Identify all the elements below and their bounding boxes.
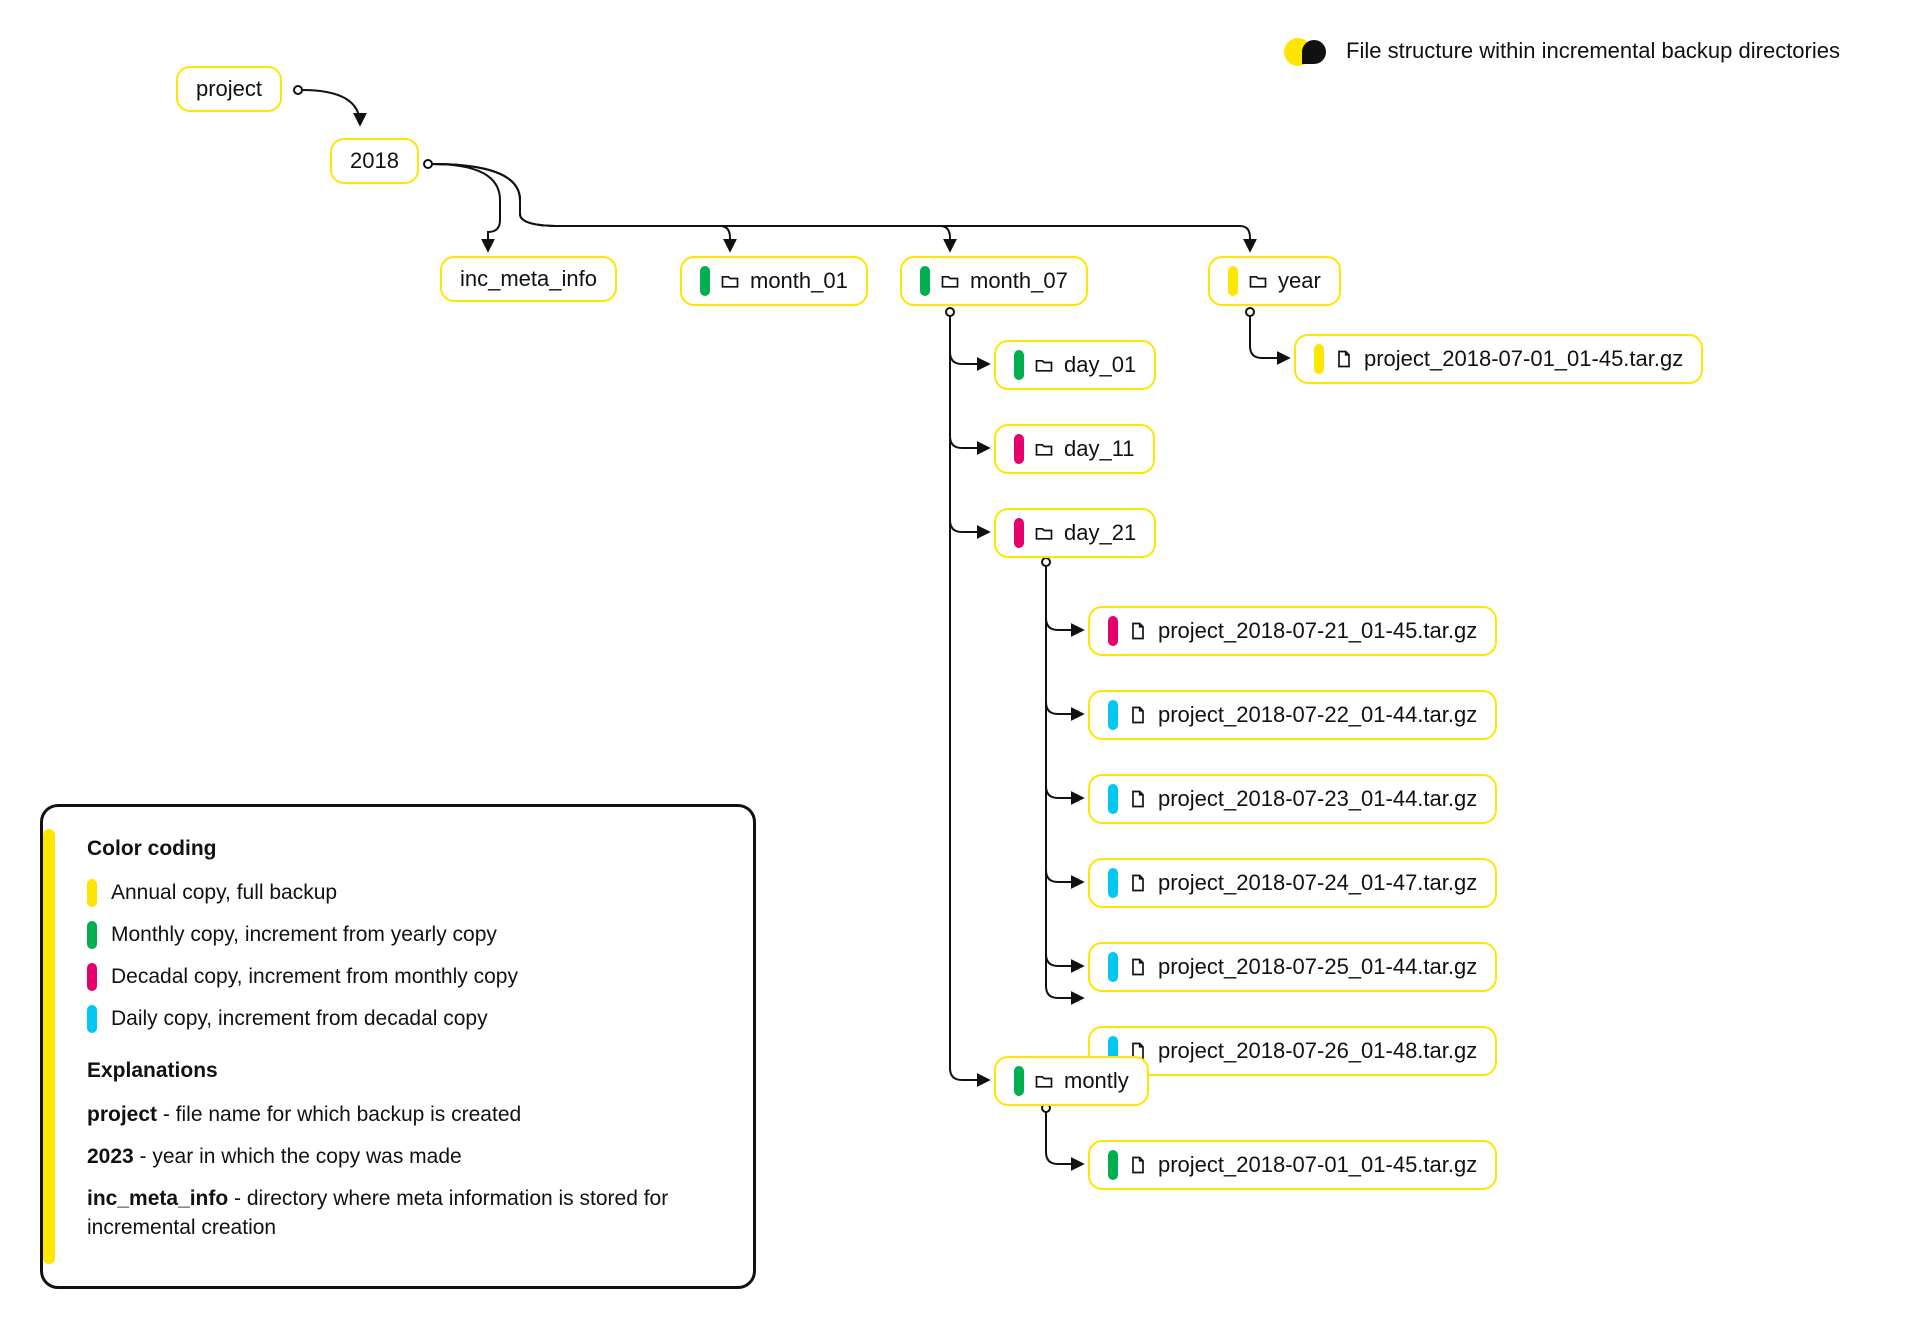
node-day-11: day_11 [994,424,1155,474]
folder-icon [1248,271,1268,291]
tag-green [700,266,710,296]
legend-text: Annual copy, full backup [111,881,337,905]
tag-yellow [1228,266,1238,296]
tag-pink [87,963,97,991]
tag-green [1108,1150,1118,1180]
tag-cyan [87,1005,97,1033]
node-day-01: day_01 [994,340,1156,390]
node-day-21: day_21 [994,508,1156,558]
folder-icon [1034,1071,1054,1091]
label: project [196,76,262,102]
label: project_2018-07-01_01-45.tar.gz [1364,346,1683,372]
legend-color-heading: Color coding [87,837,719,861]
node-month-01: month_01 [680,256,868,306]
legend-text: Monthly copy, increment from yearly copy [111,923,497,947]
label: day_11 [1064,436,1135,462]
node-project: project [176,66,282,112]
label: month_01 [750,268,848,294]
conn-dot [293,85,303,95]
folder-icon [940,271,960,291]
logo-icon [1284,36,1328,66]
label: project_2018-07-26_01-48.tar.gz [1158,1038,1477,1064]
tag-pink [1014,434,1024,464]
node-inc-meta: inc_meta_info [440,256,617,302]
node-file: project_2018-07-23_01-44.tar.gz [1088,774,1497,824]
page-title: File structure within incremental backup… [1284,36,1840,66]
label: inc_meta_info [460,266,597,292]
label: project_2018-07-01_01-45.tar.gz [1158,1152,1477,1178]
legend-item: Daily copy, increment from decadal copy [87,1005,719,1033]
conn-dot [423,159,433,169]
file-icon [1128,1155,1148,1175]
legend-expl: inc_meta_info - directory where meta inf… [87,1185,719,1242]
file-icon [1128,705,1148,725]
tag-green [87,921,97,949]
folder-icon [1034,355,1054,375]
label: year [1278,268,1321,294]
file-icon [1128,789,1148,809]
node-monthly-file: project_2018-07-01_01-45.tar.gz [1088,1140,1497,1190]
legend-expl: 2023 - year in which the copy was made [87,1143,719,1171]
legend-box: Color coding Annual copy, full backup Mo… [40,804,756,1289]
legend-item: Monthly copy, increment from yearly copy [87,921,719,949]
file-icon [1128,621,1148,641]
legend-text: Daily copy, increment from decadal copy [111,1007,488,1031]
conn-dot [1041,557,1051,567]
tag-cyan [1108,700,1118,730]
legend-item: Decadal copy, increment from monthly cop… [87,963,719,991]
node-file: project_2018-07-26_01-48.tar.gz [1088,1026,1497,1076]
folder-icon [1034,439,1054,459]
tag-yellow [1314,344,1324,374]
legend-expl-heading: Explanations [87,1059,719,1083]
file-icon [1128,873,1148,893]
node-monthly: montly [994,1056,1149,1106]
label: project_2018-07-23_01-44.tar.gz [1158,786,1477,812]
label: day_01 [1064,352,1136,378]
file-icon [1334,349,1354,369]
conn-dot [945,307,955,317]
node-year-dir: year [1208,256,1341,306]
tag-cyan [1108,784,1118,814]
tag-cyan [1108,952,1118,982]
node-file: project_2018-07-25_01-44.tar.gz [1088,942,1497,992]
folder-icon [720,271,740,291]
node-year-file: project_2018-07-01_01-45.tar.gz [1294,334,1703,384]
tag-green [1014,350,1024,380]
legend-strip [43,829,55,1264]
label: project_2018-07-25_01-44.tar.gz [1158,954,1477,980]
label: project_2018-07-24_01-47.tar.gz [1158,870,1477,896]
tag-pink [1108,616,1118,646]
tag-cyan [1108,868,1118,898]
tag-pink [1014,518,1024,548]
folder-icon [1034,523,1054,543]
node-year: 2018 [330,138,419,184]
label: 2018 [350,148,399,174]
label: project_2018-07-21_01-45.tar.gz [1158,618,1477,644]
node-file: project_2018-07-24_01-47.tar.gz [1088,858,1497,908]
tag-yellow [87,879,97,907]
legend-item: Annual copy, full backup [87,879,719,907]
tag-green [920,266,930,296]
label: day_21 [1064,520,1136,546]
tag-green [1014,1066,1024,1096]
node-month-07: month_07 [900,256,1088,306]
header-text: File structure within incremental backup… [1346,38,1840,64]
label: month_07 [970,268,1068,294]
node-file: project_2018-07-22_01-44.tar.gz [1088,690,1497,740]
label: project_2018-07-22_01-44.tar.gz [1158,702,1477,728]
label: montly [1064,1068,1129,1094]
legend-expl: project - file name for which backup is … [87,1101,719,1129]
file-icon [1128,957,1148,977]
node-file: project_2018-07-21_01-45.tar.gz [1088,606,1497,656]
conn-dot [1245,307,1255,317]
legend-text: Decadal copy, increment from monthly cop… [111,965,518,989]
